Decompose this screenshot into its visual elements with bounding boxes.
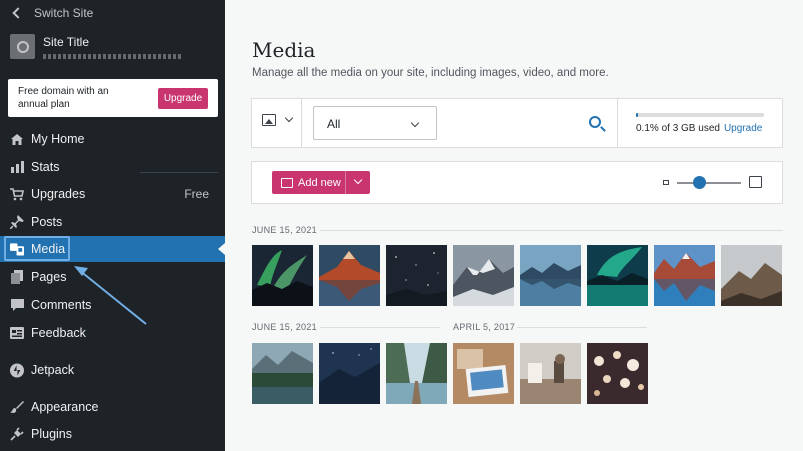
media-thumbnail[interactable]	[319, 343, 380, 404]
media-thumbnail[interactable]	[319, 245, 380, 306]
media-thumbnail[interactable]	[520, 343, 581, 404]
divider	[517, 327, 647, 328]
annotation-arrow-icon	[74, 266, 147, 325]
date-heading: JUNE 15, 2021	[252, 225, 317, 235]
filter-select-value: All	[327, 117, 341, 131]
add-new-label: Add new	[298, 176, 341, 189]
media-thumbnail[interactable]	[386, 245, 447, 306]
add-new-button[interactable]: Add new	[272, 171, 370, 194]
filter-select[interactable]: All	[313, 106, 437, 140]
date-heading: APRIL 5, 2017	[453, 322, 516, 332]
storage-text: 0.1% of 3 GB used	[636, 123, 720, 134]
slider-track[interactable]	[677, 182, 741, 184]
media-thumbnail[interactable]	[587, 343, 648, 404]
storage-bar-fill	[636, 113, 638, 117]
media-thumbnail[interactable]	[520, 245, 581, 306]
media-thumbnail[interactable]	[654, 245, 715, 306]
image-icon	[262, 114, 276, 126]
divider	[320, 327, 440, 328]
media-thumbnail[interactable]	[453, 245, 514, 306]
media-type-filter[interactable]	[262, 113, 294, 126]
large-image-icon	[749, 176, 762, 188]
page-title: Media	[252, 38, 316, 62]
divider	[301, 99, 302, 147]
small-image-icon	[663, 180, 669, 185]
storage-bar	[636, 113, 764, 117]
page-subtitle: Manage all the media on your site, inclu…	[252, 67, 609, 79]
main-content: Media Manage all the media on your site,…	[225, 0, 803, 451]
media-thumbnail[interactable]	[386, 343, 447, 404]
media-thumbnail[interactable]	[252, 343, 313, 404]
add-media-icon	[281, 177, 293, 188]
media-thumbnail[interactable]	[453, 343, 514, 404]
divider	[617, 99, 618, 147]
chevron-down-icon[interactable]	[353, 175, 363, 185]
media-thumbnail[interactable]	[587, 245, 648, 306]
media-toolbar: All 0.1% of 3 GB used Upgrade	[251, 98, 783, 148]
search-icon[interactable]	[589, 116, 601, 128]
storage-meter: 0.1% of 3 GB used Upgrade	[636, 113, 766, 134]
divider	[320, 230, 783, 231]
media-actions-bar: Add new	[251, 161, 783, 204]
slider-handle[interactable]	[693, 176, 707, 189]
media-thumbnail[interactable]	[252, 245, 313, 306]
media-thumbnail[interactable]	[721, 245, 782, 306]
chevron-down-icon	[284, 113, 294, 123]
chevron-down-icon	[410, 118, 420, 128]
storage-upgrade-link[interactable]: Upgrade	[724, 123, 762, 134]
date-heading: JUNE 15, 2021	[252, 322, 317, 332]
thumbnail-size-slider[interactable]	[663, 176, 763, 190]
